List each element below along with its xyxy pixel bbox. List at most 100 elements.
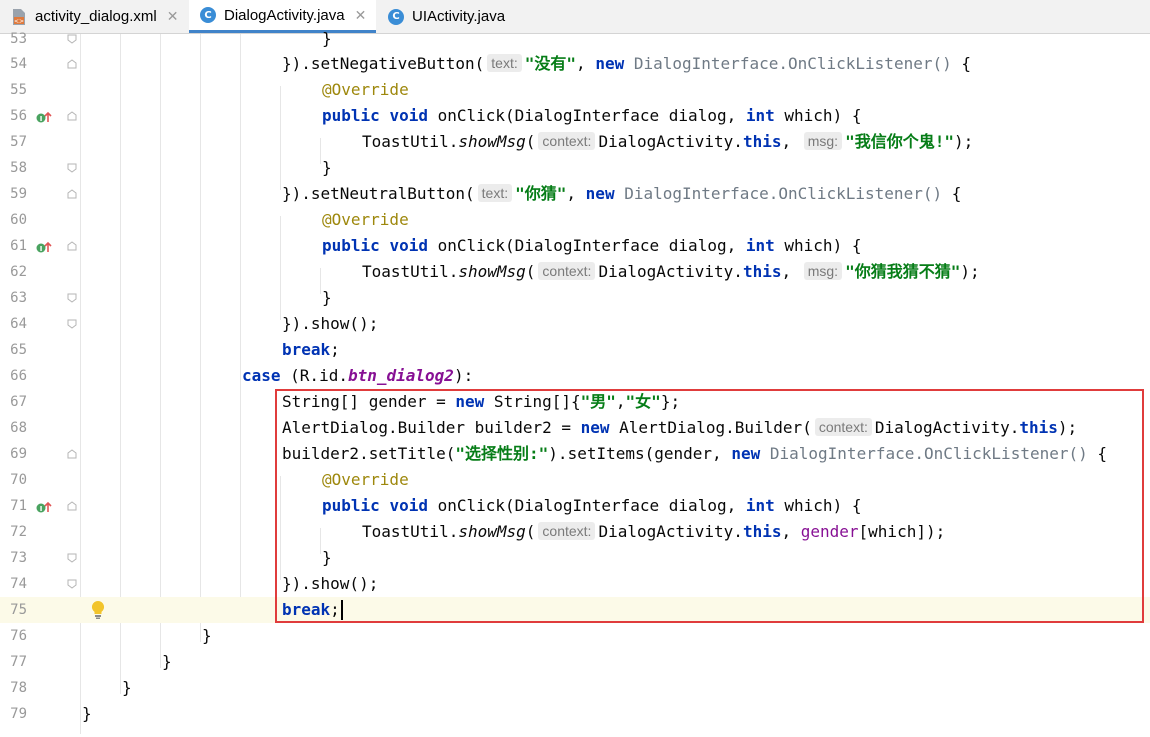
tab-label: DialogActivity.java bbox=[224, 6, 345, 24]
code-line: 61 I public void onClick(DialogInterface… bbox=[0, 233, 1150, 259]
code-text: @Override bbox=[322, 210, 409, 229]
override-marker-icon[interactable]: I bbox=[36, 239, 52, 253]
code-text: case (R.id.btn_dialog2): bbox=[242, 366, 474, 385]
code-line: 60 @Override bbox=[0, 207, 1150, 233]
line-number: 66 bbox=[10, 368, 27, 384]
param-hint: text: bbox=[477, 184, 513, 202]
code-line: 68 AlertDialog.Builder builder2 = new Al… bbox=[0, 415, 1150, 441]
code-text: }).setNegativeButton(text: "没有", new Dial… bbox=[282, 54, 971, 73]
code-text: ToastUtil.showMsg(context: DialogActivity… bbox=[362, 132, 974, 151]
code-text: }).show(); bbox=[282, 574, 379, 593]
fold-marker-icon[interactable] bbox=[67, 34, 77, 44]
code-line: 69 builder2.setTitle("选择性别:").setItems(g… bbox=[0, 441, 1150, 467]
code-line: 72 ToastUtil.showMsg(context: DialogActiv… bbox=[0, 519, 1150, 545]
tab-label: activity_dialog.xml bbox=[35, 8, 157, 25]
line-number: 65 bbox=[10, 342, 27, 358]
code-line: 57 ToastUtil.showMsg(context: DialogActiv… bbox=[0, 129, 1150, 155]
code-text: }).show(); bbox=[282, 314, 379, 333]
line-number: 78 bbox=[10, 680, 27, 696]
fold-marker-icon[interactable] bbox=[67, 293, 77, 303]
line-number: 77 bbox=[10, 654, 27, 670]
code-text: } bbox=[322, 158, 332, 177]
line-number: 69 bbox=[10, 446, 27, 462]
line-number: 62 bbox=[10, 264, 27, 280]
code-line: 79 } bbox=[0, 701, 1150, 727]
code-line: 63 } bbox=[0, 285, 1150, 311]
line-number: 75 bbox=[10, 602, 27, 618]
code-text: } bbox=[122, 678, 132, 697]
param-hint: context: bbox=[538, 522, 596, 540]
code-line: 54 }).setNegativeButton(text: "没有", new D… bbox=[0, 51, 1150, 77]
current-code-line: 75 break; bbox=[0, 597, 1150, 623]
code-line: 67 String[] gender = new String[]{"男","女… bbox=[0, 389, 1150, 415]
java-class-icon: C bbox=[199, 6, 217, 24]
code-line: 65 break; bbox=[0, 337, 1150, 363]
code-line: 71 I public void onClick(DialogInterface… bbox=[0, 493, 1150, 519]
code-text: public void onClick(DialogInterface dial… bbox=[322, 496, 862, 515]
line-number: 60 bbox=[10, 212, 27, 228]
code-text: public void onClick(DialogInterface dial… bbox=[322, 236, 862, 255]
param-hint: text: bbox=[487, 54, 522, 72]
code-text: } bbox=[162, 652, 172, 671]
line-number: 56 bbox=[10, 108, 27, 124]
fold-marker-icon[interactable] bbox=[67, 189, 77, 199]
param-hint: context: bbox=[538, 132, 596, 150]
param-hint: context: bbox=[538, 262, 596, 280]
code-line: 56 I public void onClick(DialogInterface… bbox=[0, 103, 1150, 129]
code-line: 66 case (R.id.btn_dialog2): bbox=[0, 363, 1150, 389]
code-line: 77 } bbox=[0, 649, 1150, 675]
fold-marker-icon[interactable] bbox=[67, 501, 77, 511]
fold-marker-icon[interactable] bbox=[67, 319, 77, 329]
fold-marker-icon[interactable] bbox=[67, 163, 77, 173]
param-hint: context: bbox=[814, 418, 872, 436]
code-line: 70 @Override bbox=[0, 467, 1150, 493]
code-text: ToastUtil.showMsg(context: DialogActivity… bbox=[362, 262, 980, 281]
fold-marker-icon[interactable] bbox=[67, 241, 77, 251]
code-editor[interactable]: 53 } 54 }).setNegativeButton(text: "没有", … bbox=[0, 29, 1150, 737]
code-text: }).setNeutralButton(text: "你猜", new Dialo… bbox=[282, 184, 962, 203]
fold-marker-icon[interactable] bbox=[67, 449, 77, 459]
code-line: 59 }).setNeutralButton(text: "你猜", new Di… bbox=[0, 181, 1150, 207]
java-class-icon: C bbox=[387, 8, 405, 26]
line-number: 63 bbox=[10, 290, 27, 306]
line-number: 74 bbox=[10, 576, 27, 592]
code-text: } bbox=[322, 288, 332, 307]
fold-marker-icon[interactable] bbox=[67, 579, 77, 589]
svg-text:<>: <> bbox=[14, 18, 24, 25]
line-number: 67 bbox=[10, 394, 27, 410]
fold-marker-icon[interactable] bbox=[67, 59, 77, 69]
close-icon[interactable]: ✕ bbox=[355, 7, 367, 24]
svg-text:I: I bbox=[40, 115, 43, 123]
close-icon[interactable]: ✕ bbox=[167, 8, 179, 25]
code-line: 58 } bbox=[0, 155, 1150, 181]
code-line: 78 } bbox=[0, 675, 1150, 701]
text-caret bbox=[341, 600, 343, 620]
fold-marker-icon[interactable] bbox=[67, 111, 77, 121]
line-number: 72 bbox=[10, 524, 27, 540]
line-number: 73 bbox=[10, 550, 27, 566]
code-line: 73 } bbox=[0, 545, 1150, 571]
param-hint: msg: bbox=[803, 132, 843, 150]
code-text: public void onClick(DialogInterface dial… bbox=[322, 106, 862, 125]
code-text: @Override bbox=[322, 80, 409, 99]
line-number: 59 bbox=[10, 186, 27, 202]
code-line: 53 } bbox=[0, 26, 1150, 52]
line-number: 57 bbox=[10, 134, 27, 150]
line-number: 71 bbox=[10, 498, 27, 514]
code-text: @Override bbox=[322, 470, 409, 489]
line-number: 79 bbox=[10, 706, 27, 722]
svg-text:I: I bbox=[40, 505, 43, 513]
line-number: 58 bbox=[10, 160, 27, 176]
lightbulb-icon[interactable] bbox=[91, 600, 105, 620]
line-number: 68 bbox=[10, 420, 27, 436]
code-text: } bbox=[322, 29, 332, 48]
line-number: 76 bbox=[10, 628, 27, 644]
override-marker-icon[interactable]: I bbox=[36, 109, 52, 123]
code-line: 62 ToastUtil.showMsg(context: DialogActiv… bbox=[0, 259, 1150, 285]
override-marker-icon[interactable]: I bbox=[36, 499, 52, 513]
code-text: AlertDialog.Builder builder2 = new Alert… bbox=[282, 418, 1078, 437]
code-line: 55 @Override bbox=[0, 77, 1150, 103]
param-hint: msg: bbox=[803, 262, 843, 280]
fold-marker-icon[interactable] bbox=[67, 553, 77, 563]
code-text: break; bbox=[282, 340, 340, 359]
